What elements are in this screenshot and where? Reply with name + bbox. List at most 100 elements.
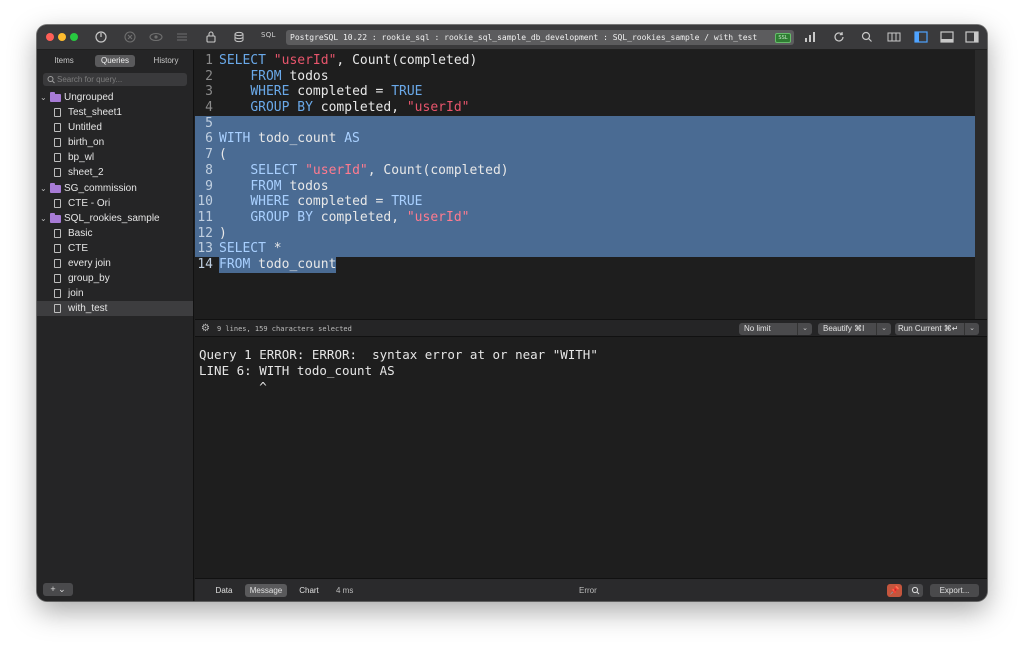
document-icon [54,304,61,314]
beautify-button[interactable]: Beautify ⌘I ⌄ [818,323,891,335]
search-icon [47,74,55,88]
code-line[interactable]: 11 GROUP BY completed, "userId" [195,209,975,226]
tab-chart[interactable]: Chart [293,584,325,597]
tab-queries[interactable]: Queries [95,55,135,67]
tree-folder[interactable]: ⌄ SG_commission [37,181,193,196]
tree-query-item[interactable]: CTE - Ori [37,196,193,211]
code-line[interactable]: 4 GROUP BY completed, "userId" [195,100,975,116]
code-line[interactable]: 2 FROM todos [195,69,975,85]
code-line[interactable]: 13 SELECT * [195,241,975,257]
connection-bar[interactable]: PostgreSQL 10.22 : rookie_sql : rookie_s… [286,30,794,45]
toggle-inspector-icon[interactable] [964,29,980,45]
tree-query-item[interactable]: join [37,286,193,301]
sidebar: Items Queries History ⌄ Ungrouped Test_she… [37,50,194,601]
limit-select[interactable]: No limit ⌄ [739,323,812,335]
tree-query-item[interactable]: Untitled [37,120,193,135]
close-window-button[interactable] [46,33,54,41]
list-icon[interactable] [175,29,189,45]
sql-keyword: WHERE [250,194,290,210]
tree-folder[interactable]: ⌄ Ungrouped [37,90,193,105]
chevron-down-icon[interactable]: ⌄ [40,211,47,226]
code-line[interactable]: 8 SELECT "userId", Count(completed) [195,162,975,179]
sql-text: todos [281,68,329,84]
tree-query-item[interactable]: Test_sheet1 [37,105,193,120]
code-line[interactable]: 3 WHERE completed = TRUE [195,84,975,100]
tab-history[interactable]: History [146,55,186,67]
pin-icon[interactable]: 📌 [887,584,902,597]
tree-item-label: join [68,288,84,300]
toggle-sidebar-icon[interactable] [913,29,929,45]
tree-query-item[interactable]: every join [37,256,193,271]
sql-keyword: AS [344,131,360,147]
sql-string: "userId" [273,53,337,68]
sql-string: "userId" [406,100,470,116]
tree-query-item[interactable]: CTE [37,241,193,256]
run-current-button[interactable]: Run Current ⌘↵ ⌄ [895,323,979,335]
zoom-window-button[interactable] [70,33,78,41]
sql-mode-label[interactable]: SQL [261,31,276,39]
tab-message[interactable]: Message [245,584,287,597]
document-icon [54,168,61,178]
line-number: 9 [205,178,213,194]
chevron-down-icon[interactable]: ⌄ [40,181,47,196]
document-icon [54,289,61,299]
lock-icon[interactable] [205,29,217,45]
add-query-button[interactable]: + ⌄ [43,583,73,596]
code-line[interactable]: 12) [195,225,975,242]
line-number: 10 [197,194,213,210]
minimize-window-button[interactable] [58,33,66,41]
refresh-icon[interactable] [832,29,846,45]
connection-path: PostgreSQL 10.22 : rookie_sql : rookie_s… [290,33,758,42]
chevron-down-icon[interactable]: ⌄ [40,90,47,105]
tab-items[interactable]: Items [45,55,83,67]
line-number: 2 [205,68,213,84]
database-icon[interactable] [233,29,245,45]
tree-query-item[interactable]: birth_on [37,135,193,150]
code-line[interactable]: 6 WITH todo_count AS [195,131,975,148]
columns-icon[interactable] [886,29,902,45]
tab-data[interactable]: Data [209,584,239,597]
line-number: 5 [205,115,213,131]
sql-keyword: WITH [219,131,251,147]
code-area[interactable]: 1 SELECT "userId", Count(completed) 2 FROM… [195,53,975,273]
search-input[interactable] [57,73,183,86]
sql-keyword: FROM [250,178,282,194]
sql-keyword: SELECT [250,162,298,178]
sql-editor[interactable]: 1 SELECT "userId", Count(completed) 2 FROM… [195,50,975,319]
sql-keyword: FROM [219,256,251,272]
code-line[interactable]: 1 SELECT "userId", Count(completed) [195,53,975,69]
search-icon[interactable] [860,29,874,45]
tree-folder[interactable]: ⌄ SQL_rookies_sample [37,211,193,226]
ssl-badge: SSL [775,33,791,43]
search-result-button[interactable] [908,584,923,597]
document-icon [54,274,61,284]
gear-icon[interactable]: ⚙ [201,322,210,335]
tree-query-item[interactable]: Basic [37,226,193,241]
code-line[interactable]: 10 WHERE completed = TRUE [195,194,975,210]
code-line[interactable]: 9 FROM todos [195,178,975,195]
code-text: GROUP BY completed, "userId" [219,210,469,226]
tree-query-item[interactable]: group_by [37,271,193,286]
tree-query-item[interactable]: bp_wl [37,150,193,165]
chart-icon[interactable] [803,29,817,45]
tree-item-label: Test_sheet1 [68,107,122,119]
export-button[interactable]: Export... [930,584,979,597]
tree-query-item[interactable]: sheet_2 [37,165,193,180]
code-text: GROUP BY completed, "userId" [219,100,469,116]
sql-keyword: GROUP BY [250,209,313,225]
code-line[interactable]: 5 [195,115,975,132]
tree-item-label: with_test [68,303,108,315]
tree-query-item[interactable]: with_test [37,301,193,317]
editor-scrollbar[interactable] [975,50,987,319]
code-text: WHERE completed = TRUE [219,84,422,100]
code-line[interactable]: 7( [195,147,975,163]
code-text: ) [219,226,227,242]
eye-icon[interactable] [148,29,164,45]
selection-info: 9 lines, 159 characters selected [217,325,352,333]
power-icon[interactable] [94,29,108,45]
stop-icon[interactable] [123,29,137,45]
document-icon [54,228,61,238]
code-line[interactable]: 14 FROM todo_count [195,256,975,273]
toggle-console-icon[interactable] [939,29,955,45]
